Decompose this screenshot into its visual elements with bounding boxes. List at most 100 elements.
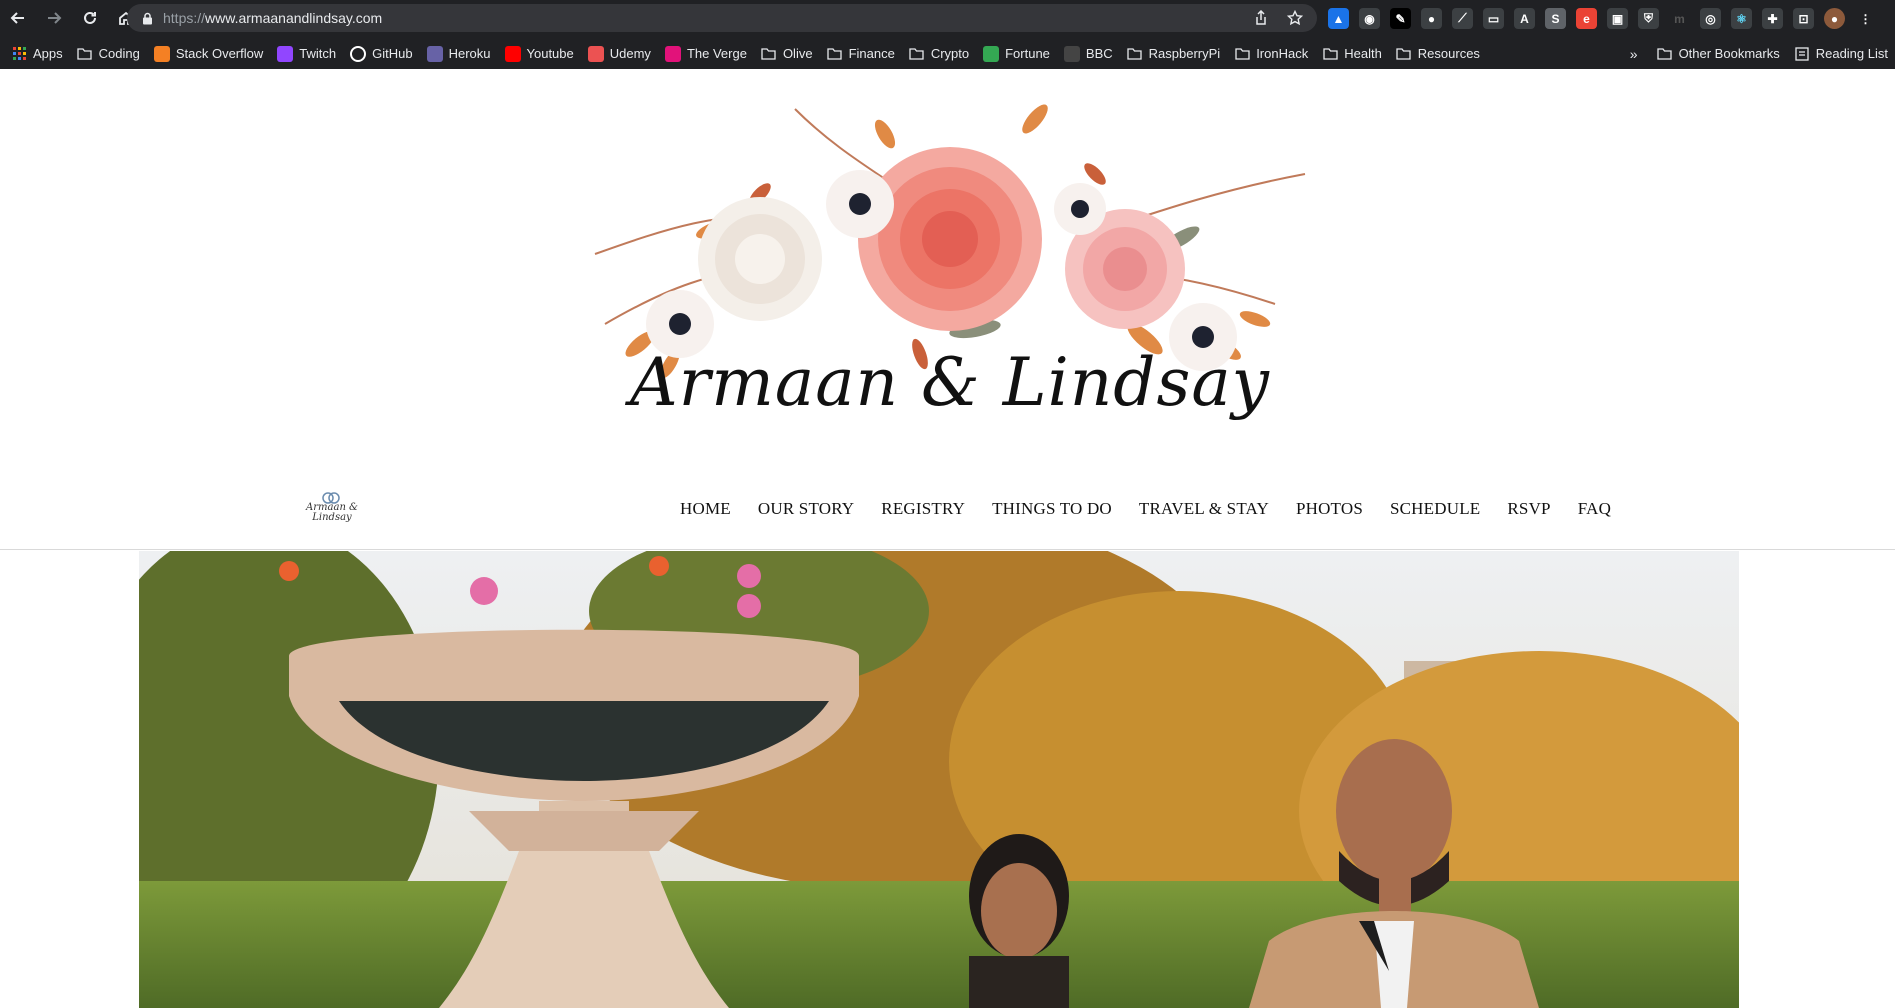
- folder-icon: [1322, 46, 1338, 62]
- m-extension-icon[interactable]: m: [1669, 8, 1690, 29]
- mini-logo-text: Armaan & Lindsay: [306, 502, 358, 523]
- website-page: Armaan & Lindsay Armaan & Lindsay HOME OU…: [0, 69, 1895, 1008]
- heroku-icon: [426, 45, 443, 62]
- lock-icon: [141, 11, 153, 25]
- nav-link-our-story[interactable]: OUR STORY: [758, 499, 854, 519]
- bookmark-item[interactable]: Crypto: [902, 42, 976, 66]
- google-drive-icon[interactable]: ▲: [1328, 8, 1349, 29]
- bookmark-label: Youtube: [526, 46, 574, 61]
- browser-chrome: https://www.armaanandlindsay.com ▲ ◉ ✎ ●…: [0, 0, 1895, 69]
- bookmark-label: Resources: [1417, 46, 1480, 61]
- folder-icon: [1234, 46, 1250, 62]
- back-button[interactable]: [0, 0, 36, 36]
- fortune-icon: [983, 45, 1000, 62]
- react-devtools-icon[interactable]: ⚛: [1731, 8, 1752, 29]
- puzzle-icon[interactable]: ✚: [1762, 8, 1783, 29]
- mini-logo[interactable]: Armaan & Lindsay: [300, 487, 362, 535]
- window-icon[interactable]: ▣: [1607, 8, 1628, 29]
- bookmark-item[interactable]: Resources: [1389, 42, 1487, 66]
- circle-icon[interactable]: ●: [1421, 8, 1442, 29]
- nav-link-faq[interactable]: FAQ: [1578, 499, 1611, 519]
- bookmark-item[interactable]: RaspberryPi: [1120, 42, 1228, 66]
- bookmark-item[interactable]: Apps: [4, 42, 70, 66]
- bookmark-label: Health: [1344, 46, 1382, 61]
- bookmark-label: Finance: [848, 46, 895, 61]
- udemy-icon: [587, 45, 604, 62]
- tool-icon[interactable]: ⟋: [1452, 8, 1473, 29]
- bookmark-item[interactable]: Stack Overflow: [147, 42, 270, 66]
- reload-button[interactable]: [72, 0, 108, 36]
- font-icon[interactable]: A: [1514, 8, 1535, 29]
- forward-arrow-icon: [48, 12, 62, 24]
- engagement-photo-image: [139, 551, 1739, 1008]
- folder-icon: [761, 46, 777, 62]
- target-icon[interactable]: ◎: [1700, 8, 1721, 29]
- bookmark-label: Crypto: [930, 46, 970, 61]
- pen-icon[interactable]: ✎: [1390, 8, 1411, 29]
- bookmark-label: Udemy: [609, 46, 651, 61]
- stackoverflow-icon: [153, 45, 170, 62]
- reload-icon: [84, 11, 96, 24]
- menu-kebab-icon[interactable]: ⋮: [1855, 8, 1876, 29]
- bbc-icon: [1063, 45, 1080, 62]
- forward-button[interactable]: [36, 0, 72, 36]
- bookmark-item[interactable]: Twitch: [270, 42, 343, 66]
- reading-list[interactable]: Reading List: [1787, 42, 1895, 66]
- s-extension-icon[interactable]: S: [1545, 8, 1566, 29]
- profile-avatar[interactable]: ●: [1824, 8, 1845, 29]
- nav-link-things-to-do[interactable]: THINGS TO DO: [992, 499, 1112, 519]
- bookmark-label: Stack Overflow: [175, 46, 264, 61]
- back-arrow-icon: [10, 12, 24, 24]
- bookmark-item[interactable]: Finance: [820, 42, 902, 66]
- site-logo[interactable]: Armaan & Lindsay: [585, 79, 1315, 449]
- extensions-bar: ▲ ◉ ✎ ● ⟋ ▭ A S e ▣ ⛨ m ◎ ⚛ ✚ ⊡ ● ⋮: [1328, 8, 1876, 29]
- bookmark-label: Heroku: [448, 46, 491, 61]
- bookmark-item[interactable]: Heroku: [420, 42, 498, 66]
- nav-link-registry[interactable]: REGISTRY: [881, 499, 965, 519]
- folder-icon: [1396, 46, 1412, 62]
- bookmark-item[interactable]: IronHack: [1227, 42, 1315, 66]
- bookmark-item[interactable]: BBC: [1057, 42, 1120, 66]
- bookmark-label: BBC: [1085, 46, 1113, 61]
- nav-link-schedule[interactable]: SCHEDULE: [1390, 499, 1480, 519]
- bookmark-label: The Verge: [686, 46, 747, 61]
- bookmark-item[interactable]: Coding: [70, 42, 147, 66]
- other-bookmarks-label: Other Bookmarks: [1678, 46, 1780, 61]
- verge-icon: [664, 45, 681, 62]
- bookmark-label: Olive: [782, 46, 813, 61]
- bookmark-star-icon[interactable]: [1285, 8, 1305, 28]
- bookmark-item[interactable]: Youtube: [498, 42, 581, 66]
- cast-icon[interactable]: ⊡: [1793, 8, 1814, 29]
- nav-link-travel-stay[interactable]: TRAVEL & STAY: [1139, 499, 1269, 519]
- bookmark-item[interactable]: Fortune: [976, 42, 1057, 66]
- nav-link-rsvp[interactable]: RSVP: [1507, 499, 1550, 519]
- nav-link-photos[interactable]: PHOTOS: [1296, 499, 1363, 519]
- chat-icon[interactable]: ▭: [1483, 8, 1504, 29]
- bookmark-item[interactable]: Udemy: [581, 42, 658, 66]
- other-bookmarks[interactable]: Other Bookmarks: [1650, 42, 1787, 66]
- bookmark-item[interactable]: Health: [1315, 42, 1389, 66]
- bulb-icon[interactable]: ◉: [1359, 8, 1380, 29]
- reading-list-icon: [1794, 46, 1810, 62]
- bookmark-label: IronHack: [1256, 46, 1309, 61]
- reading-list-label: Reading List: [1815, 46, 1888, 61]
- bookmark-label: Fortune: [1005, 46, 1050, 61]
- url-text: https://www.armaanandlindsay.com: [163, 10, 383, 26]
- bookmark-item[interactable]: GitHub: [343, 42, 419, 66]
- address-bar[interactable]: https://www.armaanandlindsay.com: [127, 4, 1317, 32]
- bookmarks-right: » Other Bookmarks Reading List: [1630, 38, 1895, 69]
- twitch-icon: [277, 45, 294, 62]
- folder-icon: [1657, 46, 1673, 62]
- folder-icon: [1127, 46, 1143, 62]
- bookmark-item[interactable]: Olive: [754, 42, 820, 66]
- nav-divider: [0, 549, 1895, 550]
- e-extension-icon[interactable]: e: [1576, 8, 1597, 29]
- shield-icon[interactable]: ⛨: [1638, 8, 1659, 29]
- share-icon[interactable]: [1251, 8, 1271, 28]
- github-icon: [350, 45, 367, 62]
- main-nav: HOME OUR STORY REGISTRY THINGS TO DO TRAVEL …: [680, 499, 1611, 519]
- nav-link-home[interactable]: HOME: [680, 499, 731, 519]
- bookmarks-overflow-icon[interactable]: »: [1630, 46, 1638, 62]
- bookmark-item[interactable]: The Verge: [658, 42, 754, 66]
- logo-title: Armaan & Lindsay: [630, 344, 1270, 421]
